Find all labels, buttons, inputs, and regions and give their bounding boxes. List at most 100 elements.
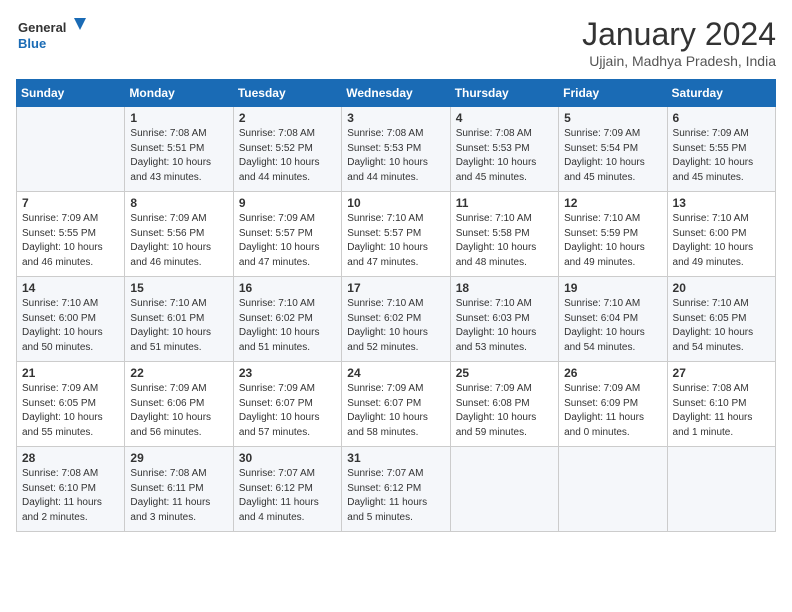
day-number: 9 (239, 196, 336, 210)
month-title: January 2024 (582, 16, 776, 53)
calendar-cell: 5 Sunrise: 7:09 AM Sunset: 5:54 PM Daylig… (559, 107, 667, 192)
calendar-cell: 20 Sunrise: 7:10 AM Sunset: 6:05 PM Dayli… (667, 277, 775, 362)
calendar-cell (559, 447, 667, 532)
logo: General Blue (16, 16, 86, 56)
day-number: 10 (347, 196, 444, 210)
day-info: Sunrise: 7:09 AM Sunset: 6:08 PM Dayligh… (456, 382, 553, 440)
day-number: 26 (564, 366, 661, 380)
day-number: 6 (673, 111, 770, 125)
day-number: 22 (130, 366, 227, 380)
day-info: Sunrise: 7:10 AM Sunset: 6:00 PM Dayligh… (673, 212, 770, 270)
calendar-cell: 26Sunrise: 7:09 AM Sunset: 6:09 PM Dayli… (559, 362, 667, 447)
day-info: Sunrise: 7:09 AM Sunset: 6:07 PM Dayligh… (239, 382, 336, 440)
day-number: 13 (673, 196, 770, 210)
day-number: 14 (22, 281, 119, 295)
day-number: 25 (456, 366, 553, 380)
calendar-cell: 4 Sunrise: 7:08 AM Sunset: 5:53 PM Daylig… (450, 107, 558, 192)
weekday-header: Wednesday (342, 80, 450, 107)
day-info: Sunrise: 7:08 AM Sunset: 5:52 PM Dayligh… (239, 127, 336, 185)
day-number: 4 (456, 111, 553, 125)
calendar-table: SundayMondayTuesdayWednesdayThursdayFrid… (16, 79, 776, 532)
calendar-cell: 14 Sunrise: 7:10 AM Sunset: 6:00 PM Dayli… (17, 277, 125, 362)
calendar-week-row: 7 Sunrise: 7:09 AM Sunset: 5:55 PM Daylig… (17, 192, 776, 277)
calendar-cell: 12 Sunrise: 7:10 AM Sunset: 5:59 PM Dayli… (559, 192, 667, 277)
day-number: 17 (347, 281, 444, 295)
calendar-cell: 31 Sunrise: 7:07 AM Sunset: 6:12 PM Dayli… (342, 447, 450, 532)
day-info: Sunrise: 7:08 AM Sunset: 5:53 PM Dayligh… (456, 127, 553, 185)
day-number: 28 (22, 451, 119, 465)
day-number: 20 (673, 281, 770, 295)
day-number: 29 (130, 451, 227, 465)
weekday-header: Saturday (667, 80, 775, 107)
logo-svg: General Blue (16, 16, 86, 56)
calendar-cell (450, 447, 558, 532)
day-info: Sunrise: 7:10 AM Sunset: 6:02 PM Dayligh… (239, 297, 336, 355)
day-info: Sunrise: 7:09 AM Sunset: 5:55 PM Dayligh… (22, 212, 119, 270)
calendar-cell: 19Sunrise: 7:10 AM Sunset: 6:04 PM Dayli… (559, 277, 667, 362)
location: Ujjain, Madhya Pradesh, India (582, 53, 776, 69)
calendar-cell: 1Sunrise: 7:08 AM Sunset: 5:51 PM Daylig… (125, 107, 233, 192)
calendar-week-row: 21Sunrise: 7:09 AM Sunset: 6:05 PM Dayli… (17, 362, 776, 447)
weekday-header: Thursday (450, 80, 558, 107)
calendar-cell: 17 Sunrise: 7:10 AM Sunset: 6:02 PM Dayli… (342, 277, 450, 362)
day-number: 15 (130, 281, 227, 295)
day-number: 16 (239, 281, 336, 295)
title-block: January 2024 Ujjain, Madhya Pradesh, Ind… (582, 16, 776, 69)
day-info: Sunrise: 7:09 AM Sunset: 5:57 PM Dayligh… (239, 212, 336, 270)
day-number: 23 (239, 366, 336, 380)
day-info: Sunrise: 7:08 AM Sunset: 6:10 PM Dayligh… (22, 467, 119, 525)
day-info: Sunrise: 7:10 AM Sunset: 5:59 PM Dayligh… (564, 212, 661, 270)
day-info: Sunrise: 7:07 AM Sunset: 6:12 PM Dayligh… (347, 467, 444, 525)
calendar-cell: 10Sunrise: 7:10 AM Sunset: 5:57 PM Dayli… (342, 192, 450, 277)
day-number: 18 (456, 281, 553, 295)
day-info: Sunrise: 7:09 AM Sunset: 5:56 PM Dayligh… (130, 212, 227, 270)
day-info: Sunrise: 7:09 AM Sunset: 6:05 PM Dayligh… (22, 382, 119, 440)
day-info: Sunrise: 7:10 AM Sunset: 6:03 PM Dayligh… (456, 297, 553, 355)
calendar-cell: 18 Sunrise: 7:10 AM Sunset: 6:03 PM Dayli… (450, 277, 558, 362)
calendar-cell: 21Sunrise: 7:09 AM Sunset: 6:05 PM Dayli… (17, 362, 125, 447)
day-number: 2 (239, 111, 336, 125)
page-header: General Blue January 2024 Ujjain, Madhya… (16, 16, 776, 69)
calendar-week-row: 1Sunrise: 7:08 AM Sunset: 5:51 PM Daylig… (17, 107, 776, 192)
day-number: 12 (564, 196, 661, 210)
calendar-cell: 29Sunrise: 7:08 AM Sunset: 6:11 PM Dayli… (125, 447, 233, 532)
weekday-header: Sunday (17, 80, 125, 107)
calendar-cell (667, 447, 775, 532)
day-info: Sunrise: 7:09 AM Sunset: 5:55 PM Dayligh… (673, 127, 770, 185)
day-number: 24 (347, 366, 444, 380)
day-number: 19 (564, 281, 661, 295)
calendar-cell: 11Sunrise: 7:10 AM Sunset: 5:58 PM Dayli… (450, 192, 558, 277)
calendar-cell: 25 Sunrise: 7:09 AM Sunset: 6:08 PM Dayli… (450, 362, 558, 447)
day-number: 3 (347, 111, 444, 125)
day-info: Sunrise: 7:09 AM Sunset: 6:07 PM Dayligh… (347, 382, 444, 440)
calendar-cell: 9 Sunrise: 7:09 AM Sunset: 5:57 PM Daylig… (233, 192, 341, 277)
calendar-week-row: 14 Sunrise: 7:10 AM Sunset: 6:00 PM Dayli… (17, 277, 776, 362)
day-info: Sunrise: 7:07 AM Sunset: 6:12 PM Dayligh… (239, 467, 336, 525)
svg-text:General: General (18, 20, 66, 35)
day-info: Sunrise: 7:10 AM Sunset: 6:05 PM Dayligh… (673, 297, 770, 355)
day-info: Sunrise: 7:08 AM Sunset: 5:53 PM Dayligh… (347, 127, 444, 185)
calendar-cell: 24 Sunrise: 7:09 AM Sunset: 6:07 PM Dayli… (342, 362, 450, 447)
calendar-cell: 15 Sunrise: 7:10 AM Sunset: 6:01 PM Dayli… (125, 277, 233, 362)
svg-text:Blue: Blue (18, 36, 46, 51)
calendar-cell: 28 Sunrise: 7:08 AM Sunset: 6:10 PM Dayli… (17, 447, 125, 532)
day-number: 7 (22, 196, 119, 210)
calendar-cell: 27Sunrise: 7:08 AM Sunset: 6:10 PM Dayli… (667, 362, 775, 447)
calendar-cell: 2 Sunrise: 7:08 AM Sunset: 5:52 PM Daylig… (233, 107, 341, 192)
day-info: Sunrise: 7:10 AM Sunset: 5:58 PM Dayligh… (456, 212, 553, 270)
day-info: Sunrise: 7:10 AM Sunset: 6:02 PM Dayligh… (347, 297, 444, 355)
calendar-cell: 13 Sunrise: 7:10 AM Sunset: 6:00 PM Dayli… (667, 192, 775, 277)
day-number: 31 (347, 451, 444, 465)
day-number: 5 (564, 111, 661, 125)
day-info: Sunrise: 7:08 AM Sunset: 6:10 PM Dayligh… (673, 382, 770, 440)
calendar-cell: 30 Sunrise: 7:07 AM Sunset: 6:12 PM Dayli… (233, 447, 341, 532)
weekday-header: Monday (125, 80, 233, 107)
day-info: Sunrise: 7:10 AM Sunset: 6:01 PM Dayligh… (130, 297, 227, 355)
calendar-cell: 8Sunrise: 7:09 AM Sunset: 5:56 PM Daylig… (125, 192, 233, 277)
day-number: 30 (239, 451, 336, 465)
day-info: Sunrise: 7:10 AM Sunset: 6:00 PM Dayligh… (22, 297, 119, 355)
calendar-cell (17, 107, 125, 192)
day-info: Sunrise: 7:09 AM Sunset: 5:54 PM Dayligh… (564, 127, 661, 185)
calendar-week-row: 28 Sunrise: 7:08 AM Sunset: 6:10 PM Dayli… (17, 447, 776, 532)
calendar-cell: 3 Sunrise: 7:08 AM Sunset: 5:53 PM Daylig… (342, 107, 450, 192)
